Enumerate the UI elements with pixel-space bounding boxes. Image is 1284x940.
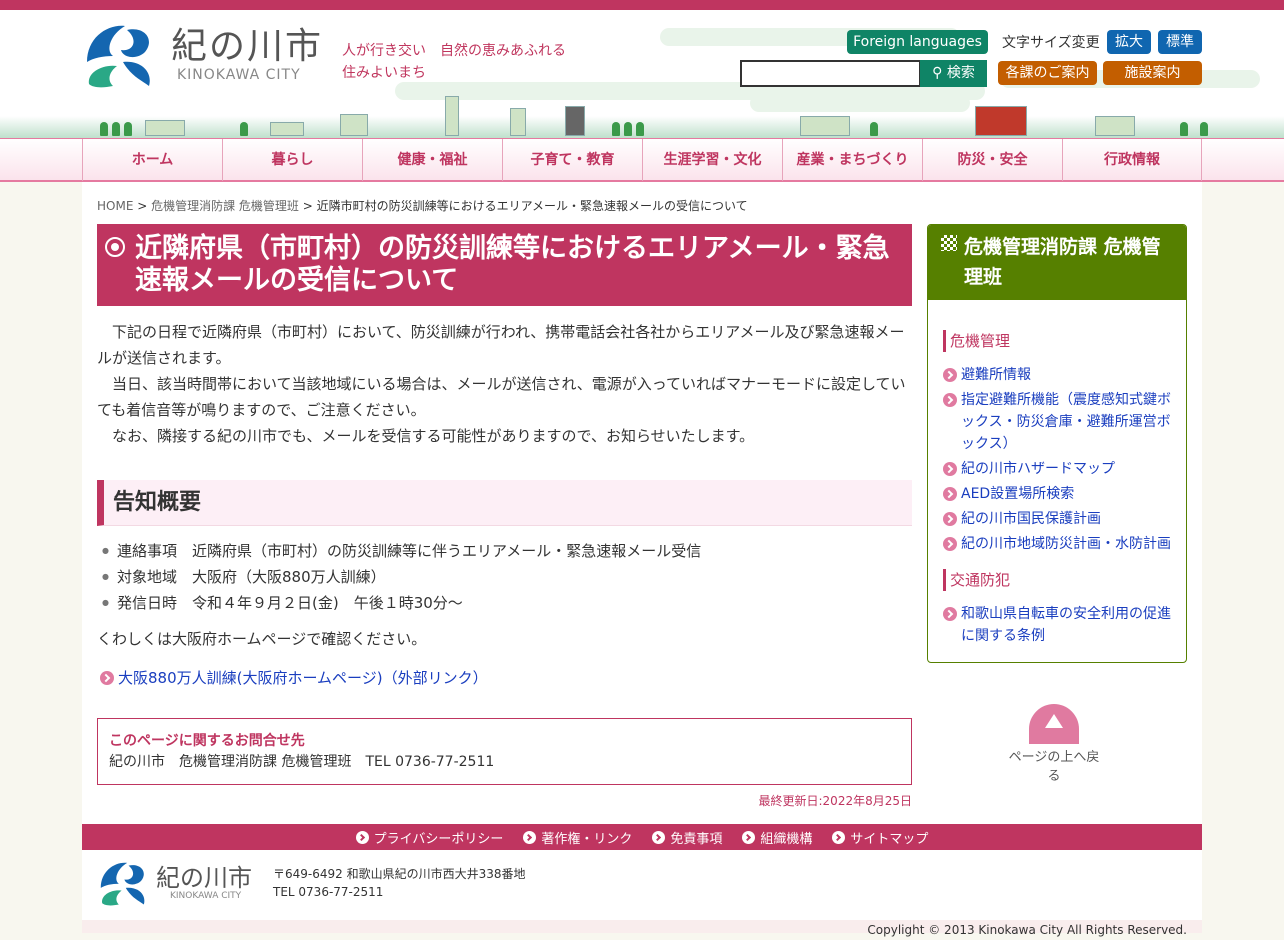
page-top-button[interactable]: ページの上へ戻る xyxy=(1004,704,1104,784)
sidebar-title: 危機管理消防課 危機管理班 xyxy=(928,225,1186,300)
site-footer: 紀の川市 KINOKAWA CITY 〒649-6492 和歌山県紀の川市西大井3… xyxy=(82,850,1202,920)
nav-living[interactable]: 暮らし xyxy=(222,139,362,181)
sidebar-link[interactable]: AED設置場所検索 xyxy=(943,483,1172,505)
search-icon: ⚲ xyxy=(932,65,943,81)
nav-disaster-safety[interactable]: 防災・安全 xyxy=(922,139,1062,181)
copyright: Copylight © 2013 Kinokawa City All Right… xyxy=(82,920,1202,937)
search-input[interactable] xyxy=(740,60,921,87)
city-emblem-icon xyxy=(87,25,150,88)
arrow-icon xyxy=(355,830,369,844)
external-link[interactable]: 大阪880万人訓練(大阪府ホームページ)（外部リンク） xyxy=(100,667,488,688)
arrow-icon xyxy=(100,670,114,685)
font-standard-button[interactable]: 標準 xyxy=(1158,30,1202,54)
footer-nav: プライバシーポリシー 著作権・リンク 免責事項 組織機構 サイトマップ xyxy=(82,824,1202,850)
site-header: 紀の川市 KINOKAWA CITY 人が行き交い 自然の恵みあふれる 住みよいまち… xyxy=(0,10,1284,138)
arrow-icon xyxy=(943,487,957,501)
page-title: 近隣府県（市町村）の防災訓練等におけるエリアメール・緊急速報メールの受信について xyxy=(97,224,912,306)
font-enlarge-button[interactable]: 拡大 xyxy=(1107,30,1151,54)
facilities-button[interactable]: 施設案内 xyxy=(1103,61,1202,85)
footer-address: 〒649-6492 和歌山県紀の川市西大井338番地 TEL 0736-77-25… xyxy=(273,867,526,899)
breadcrumb: HOME > 危機管理消防課 危機管理班 > 近隣市町村の防災訓練等におけるエリ… xyxy=(97,199,748,213)
footer-link-copyright[interactable]: 著作権・リンク xyxy=(523,828,632,847)
arrow-icon xyxy=(943,512,957,526)
top-accent-bar xyxy=(0,0,1284,10)
section-heading: 告知概要 xyxy=(97,480,912,526)
notice-list: 連絡事項 近隣府県（市町村）の防災訓練等に伴うエリアメール・緊急速報メール受信 … xyxy=(102,538,701,616)
font-size-label: 文字サイズ変更 xyxy=(1002,35,1100,51)
sidebar-link[interactable]: 紀の川市ハザードマップ xyxy=(943,458,1172,480)
list-item: 発信日時 令和４年９月２日(金) 午後１時30分～ xyxy=(102,590,701,616)
breadcrumb-home[interactable]: HOME xyxy=(97,199,133,213)
arrow-icon xyxy=(943,368,957,382)
list-item: 対象地域 大阪府（大阪880万人訓練） xyxy=(102,564,701,590)
sidebar-link[interactable]: 指定避難所機能（震度感知式鍵ボックス・防災倉庫・避難所運営ボックス） xyxy=(943,389,1172,455)
arrow-icon xyxy=(943,462,957,476)
global-nav: ホーム 暮らし 健康・福祉 子育て・教育 生涯学習・文化 産業・まちづくり 防災… xyxy=(0,138,1284,182)
nav-health-welfare[interactable]: 健康・福祉 xyxy=(362,139,502,181)
note-text: くわしくは大阪府ホームページで確認ください。 xyxy=(97,630,427,648)
sidebar-link[interactable]: 和歌山県自転車の安全利用の促進に関する条例 xyxy=(943,603,1172,647)
nav-childcare-education[interactable]: 子育て・教育 xyxy=(502,139,642,181)
footer-link-disclaimer[interactable]: 免責事項 xyxy=(652,828,722,847)
nav-industry[interactable]: 産業・まちづくり xyxy=(782,139,922,181)
city-emblem-icon xyxy=(100,862,145,906)
intro-text: 下記の日程で近隣府県（市町村）において、防災訓練が行われ、携帯電話会社各社からエ… xyxy=(97,323,906,445)
arrow-icon xyxy=(943,607,957,621)
footer-link-privacy[interactable]: プライバシーポリシー xyxy=(355,828,503,847)
sidebar-link[interactable]: 紀の川市地域防災計画・水防計画 xyxy=(943,533,1172,555)
cityscape-illustration xyxy=(0,96,1284,138)
nav-learning-culture[interactable]: 生涯学習・文化 xyxy=(642,139,782,181)
breadcrumb-section[interactable]: 危機管理消防課 危機管理班 xyxy=(151,199,299,213)
logo-subtext: KINOKAWA CITY xyxy=(177,67,301,83)
last-updated: 最終更新日:2022年8月25日 xyxy=(758,794,913,808)
list-item: 連絡事項 近隣府県（市町村）の防災訓練等に伴うエリアメール・緊急速報メール受信 xyxy=(102,538,701,564)
sidebar-link[interactable]: 紀の川市国民保護計画 xyxy=(943,508,1172,530)
tagline: 人が行き交い 自然の恵みあふれる 住みよいまち xyxy=(342,43,566,81)
arrow-up-icon xyxy=(1029,704,1079,744)
sidebar-link[interactable]: 避難所情報 xyxy=(943,364,1172,386)
search-button[interactable]: ⚲ 検索 xyxy=(920,60,987,87)
bullseye-icon xyxy=(105,237,125,257)
footer-link-sitemap[interactable]: サイトマップ xyxy=(832,828,928,847)
sidebar-category: 交通防犯 xyxy=(943,569,1186,591)
arrow-icon xyxy=(943,537,957,551)
nav-home[interactable]: ホーム xyxy=(82,139,222,181)
breadcrumb-current: 近隣市町村の防災訓練等におけるエリアメール・緊急速報メールの受信について xyxy=(316,199,748,213)
arrow-icon xyxy=(742,830,756,844)
footer-link-organization[interactable]: 組織機構 xyxy=(742,828,812,847)
departments-button[interactable]: 各課のご案内 xyxy=(998,61,1097,85)
arrow-icon xyxy=(652,830,666,844)
checker-icon xyxy=(941,235,957,251)
footer-logo: 紀の川市 KINOKAWA CITY xyxy=(98,860,252,906)
logo-text: 紀の川市 xyxy=(171,26,324,67)
contact-box: このページに関するお問合せ先 紀の川市 危機管理消防課 危機管理班 TEL 073… xyxy=(97,718,912,785)
main-content: HOME > 危機管理消防課 危機管理班 > 近隣市町村の防災訓練等におけるエリ… xyxy=(82,182,1202,824)
sidebar-category: 危機管理 xyxy=(943,330,1186,352)
arrow-icon xyxy=(943,393,957,407)
nav-administration[interactable]: 行政情報 xyxy=(1062,139,1202,181)
arrow-icon xyxy=(832,830,846,844)
site-logo[interactable]: 紀の川市 KINOKAWA CITY xyxy=(83,22,323,88)
arrow-icon xyxy=(523,830,537,844)
foreign-languages-button[interactable]: Foreign languages xyxy=(847,30,988,54)
sidebar: 危機管理消防課 危機管理班 危機管理 避難所情報 指定避難所機能（震度感知式鍵ボ… xyxy=(927,224,1187,663)
